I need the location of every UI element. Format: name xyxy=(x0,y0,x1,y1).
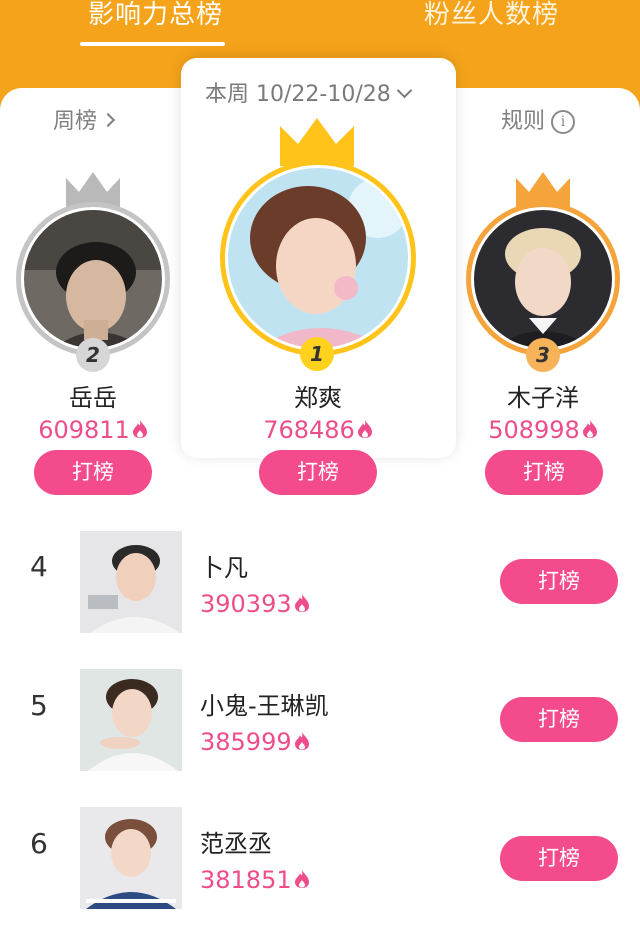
chevron-right-icon xyxy=(100,112,116,128)
artist-thumbnail[interactable] xyxy=(80,531,182,633)
tab-active-indicator xyxy=(80,42,225,46)
info-icon: i xyxy=(551,110,576,134)
artist-name: 小鬼-王琳凯 xyxy=(200,692,329,720)
score-value: 508998 xyxy=(488,416,580,444)
chevron-down-icon xyxy=(396,82,413,99)
rules-link-label: 规则 xyxy=(501,109,546,134)
weekly-ranking-link[interactable]: 周榜 xyxy=(53,103,116,135)
avatar[interactable] xyxy=(24,210,162,348)
rules-link[interactable]: 规则 i xyxy=(501,103,576,136)
rank-number: 6 xyxy=(30,827,48,860)
weekly-link-label: 周榜 xyxy=(53,109,98,134)
rank-badge: 1 xyxy=(300,337,334,371)
rank-badge: 3 xyxy=(526,338,560,372)
artist-thumbnail[interactable] xyxy=(80,669,182,771)
ranking-tabs: 影响力总榜 粉丝人数榜 xyxy=(0,0,640,60)
score-value: 390393 xyxy=(200,590,292,618)
vote-button[interactable]: 打榜 xyxy=(259,450,377,495)
score-value: 768486 xyxy=(263,416,355,444)
score-value: 381851 xyxy=(200,866,292,894)
artist-score: 385999 xyxy=(200,728,310,756)
vote-button[interactable]: 打榜 xyxy=(485,450,603,495)
vote-button[interactable]: 打榜 xyxy=(500,559,618,604)
flame-icon xyxy=(582,420,597,438)
flame-icon xyxy=(294,732,309,750)
vote-button[interactable]: 打榜 xyxy=(500,697,618,742)
period-label: 本周 10/22-10/28 xyxy=(205,82,391,107)
artist-name: 郑爽 xyxy=(294,384,342,412)
flame-icon xyxy=(294,594,309,612)
rank-badge: 2 xyxy=(76,338,110,372)
rank-number: 4 xyxy=(30,550,48,583)
artist-name: 范丞丞 xyxy=(200,830,272,858)
score-value: 609811 xyxy=(38,416,130,444)
artist-name: 木子洋 xyxy=(507,384,579,412)
vote-button[interactable]: 打榜 xyxy=(500,836,618,881)
tab-influence-total[interactable]: 影响力总榜 xyxy=(88,0,223,31)
artist-score: 390393 xyxy=(200,590,310,618)
artist-score: 609811 xyxy=(13,416,173,444)
rank-number: 5 xyxy=(30,689,48,722)
artist-thumbnail[interactable] xyxy=(80,807,182,909)
artist-score: 381851 xyxy=(200,866,310,894)
flame-icon xyxy=(132,420,147,438)
score-value: 385999 xyxy=(200,728,292,756)
avatar[interactable] xyxy=(474,210,612,348)
artist-name: 卜凡 xyxy=(200,554,248,582)
flame-icon xyxy=(294,870,309,888)
tab-fan-count[interactable]: 粉丝人数榜 xyxy=(424,0,559,31)
vote-button[interactable]: 打榜 xyxy=(34,450,152,495)
flame-icon xyxy=(357,420,372,438)
period-selector[interactable]: 本周 10/22-10/28 xyxy=(205,76,413,108)
avatar[interactable] xyxy=(228,168,408,348)
artist-score: 508998 xyxy=(463,416,623,444)
artist-score: 768486 xyxy=(238,416,398,444)
artist-name: 岳岳 xyxy=(69,384,117,412)
